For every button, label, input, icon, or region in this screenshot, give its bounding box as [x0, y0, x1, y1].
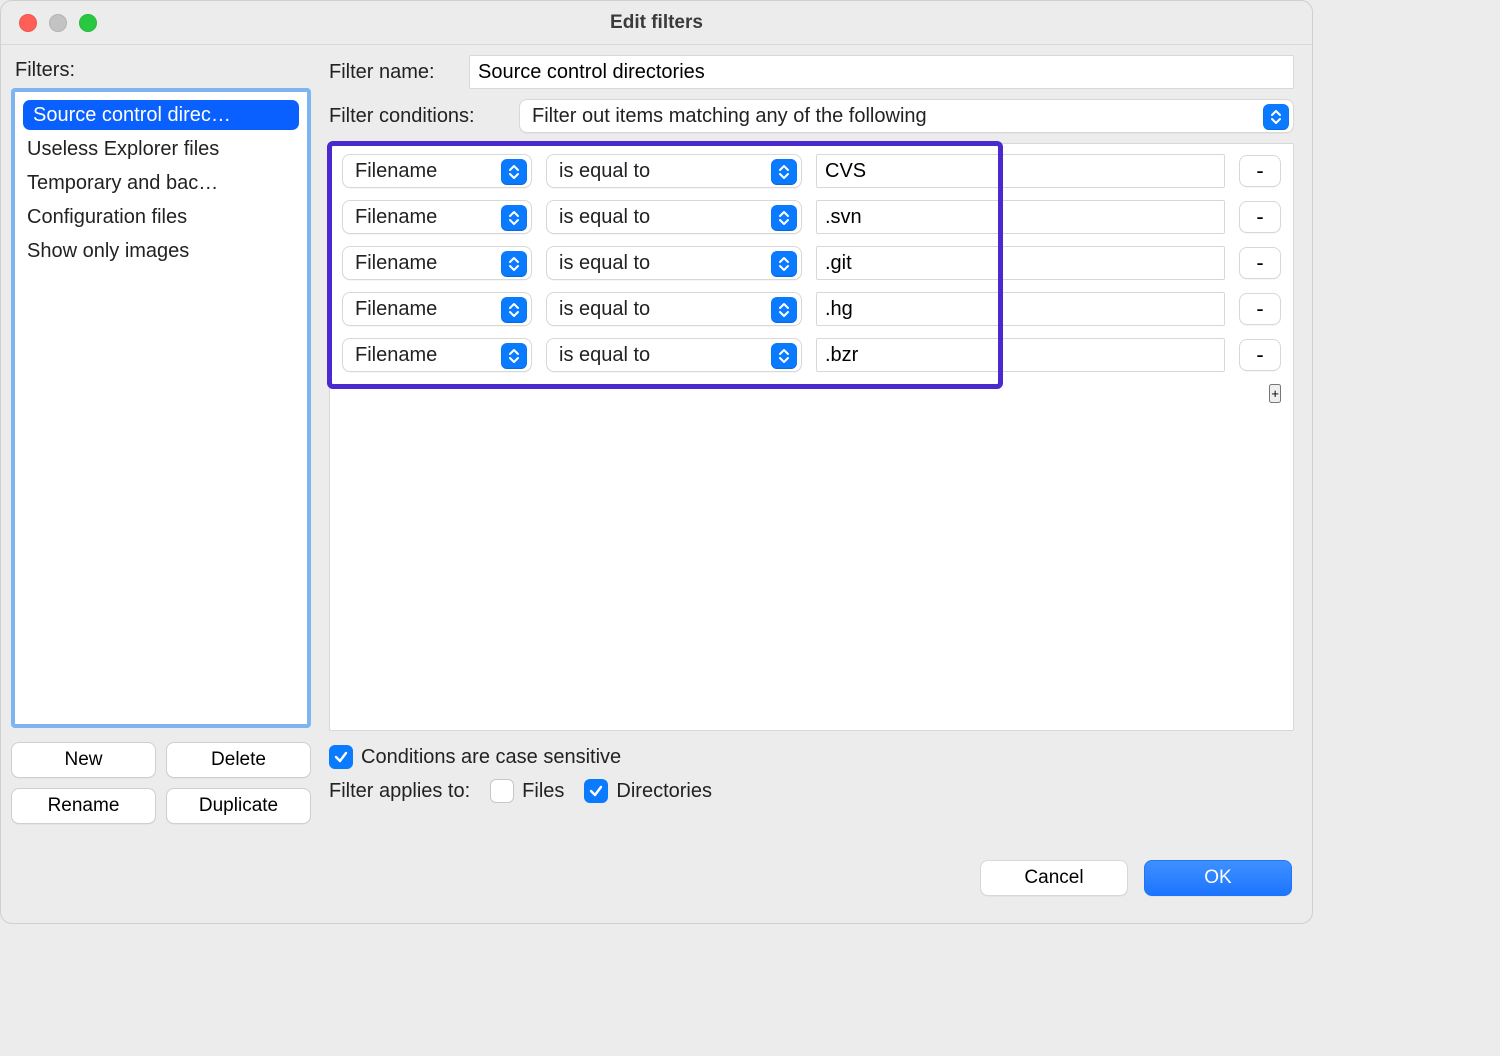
chevron-updown-icon	[771, 251, 797, 277]
filter-conditions-value: Filter out items matching any of the fol…	[532, 105, 927, 128]
conditions-panel: Filename is equal to - Filename is equal…	[329, 143, 1294, 731]
filters-sidebar: Filters: Source control direc… Useless E…	[1, 45, 321, 840]
remove-condition-button[interactable]: -	[1239, 339, 1281, 371]
condition-row: Filename is equal to -	[342, 246, 1281, 280]
applies-to-files-label: Files	[522, 780, 564, 803]
condition-op-select[interactable]: is equal to	[546, 246, 802, 280]
chevron-updown-icon	[501, 159, 527, 185]
filter-name-label: Filter name:	[329, 61, 469, 84]
chevron-updown-icon	[1263, 104, 1289, 130]
condition-op-select[interactable]: is equal to	[546, 154, 802, 188]
window-zoom-button[interactable]	[79, 14, 97, 32]
filter-name-input[interactable]	[469, 55, 1294, 89]
chevron-updown-icon	[501, 205, 527, 231]
condition-attr-select[interactable]: Filename	[342, 246, 532, 280]
applies-to-label: Filter applies to:	[329, 780, 470, 803]
case-sensitive-checkbox[interactable]	[329, 745, 353, 769]
titlebar: Edit filters	[1, 1, 1312, 45]
main-panel: Filter name: Filter conditions: Filter o…	[321, 45, 1312, 840]
filter-conditions-select[interactable]: Filter out items matching any of the fol…	[519, 99, 1294, 133]
condition-attr-select[interactable]: Filename	[342, 338, 532, 372]
filters-list[interactable]: Source control direc… Useless Explorer f…	[11, 88, 311, 728]
remove-condition-button[interactable]: -	[1239, 155, 1281, 187]
cancel-button[interactable]: Cancel	[980, 860, 1128, 896]
filter-item-temporary[interactable]: Temporary and bac…	[15, 166, 307, 200]
remove-condition-button[interactable]: -	[1239, 201, 1281, 233]
condition-row: Filename is equal to -	[342, 338, 1281, 372]
applies-to-directories-label: Directories	[616, 780, 712, 803]
chevron-updown-icon	[501, 343, 527, 369]
window-close-button[interactable]	[19, 14, 37, 32]
condition-attr-select[interactable]: Filename	[342, 292, 532, 326]
delete-button[interactable]: Delete	[166, 742, 311, 778]
add-condition-button[interactable]: +	[1269, 384, 1281, 403]
condition-op-select[interactable]: is equal to	[546, 338, 802, 372]
rename-button[interactable]: Rename	[11, 788, 156, 824]
duplicate-button[interactable]: Duplicate	[166, 788, 311, 824]
condition-row: Filename is equal to -	[342, 292, 1281, 326]
case-sensitive-label: Conditions are case sensitive	[361, 746, 621, 769]
applies-to-directories-checkbox[interactable]	[584, 779, 608, 803]
chevron-updown-icon	[771, 159, 797, 185]
chevron-updown-icon	[771, 297, 797, 323]
condition-attr-select[interactable]: Filename	[342, 200, 532, 234]
condition-op-select[interactable]: is equal to	[546, 200, 802, 234]
condition-row: Filename is equal to -	[342, 200, 1281, 234]
condition-row: Filename is equal to -	[342, 154, 1281, 188]
condition-value-input[interactable]	[816, 338, 1225, 372]
traffic-lights	[19, 14, 97, 32]
filter-item-configuration[interactable]: Configuration files	[15, 200, 307, 234]
condition-value-input[interactable]	[816, 200, 1225, 234]
applies-to-files-checkbox[interactable]	[490, 779, 514, 803]
filter-item-useless-explorer[interactable]: Useless Explorer files	[15, 132, 307, 166]
condition-attr-select[interactable]: Filename	[342, 154, 532, 188]
new-button[interactable]: New	[11, 742, 156, 778]
filters-label: Filters:	[11, 55, 311, 88]
remove-condition-button[interactable]: -	[1239, 293, 1281, 325]
window-minimize-button[interactable]	[49, 14, 67, 32]
condition-value-input[interactable]	[816, 246, 1225, 280]
chevron-updown-icon	[501, 297, 527, 323]
filter-item-images[interactable]: Show only images	[15, 234, 307, 268]
chevron-updown-icon	[501, 251, 527, 277]
condition-op-select[interactable]: is equal to	[546, 292, 802, 326]
ok-button[interactable]: OK	[1144, 860, 1292, 896]
condition-value-input[interactable]	[816, 292, 1225, 326]
window-title: Edit filters	[1, 12, 1312, 34]
chevron-updown-icon	[771, 205, 797, 231]
remove-condition-button[interactable]: -	[1239, 247, 1281, 279]
chevron-updown-icon	[771, 343, 797, 369]
condition-value-input[interactable]	[816, 154, 1225, 188]
filter-item-source-control[interactable]: Source control direc…	[23, 100, 299, 130]
filter-conditions-label: Filter conditions:	[329, 105, 519, 128]
